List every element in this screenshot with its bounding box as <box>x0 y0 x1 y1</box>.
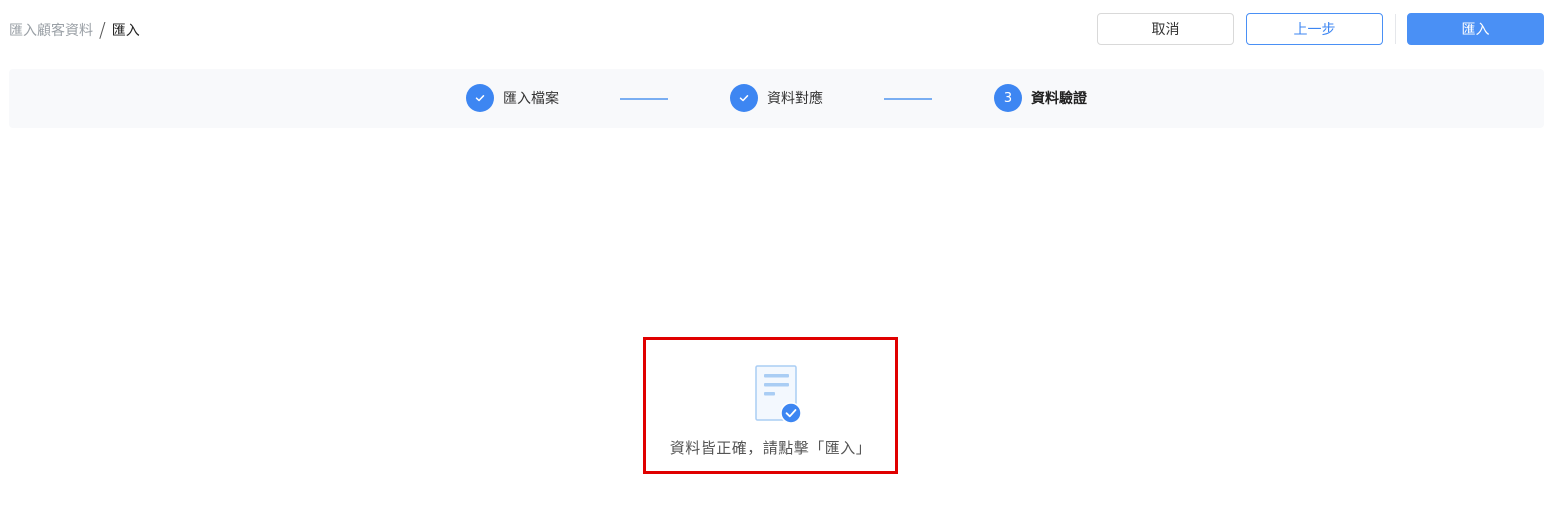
step-import-file: 匯入檔案 <box>466 84 559 112</box>
step-2-label: 資料對應 <box>767 91 823 107</box>
breadcrumb-separator: / <box>99 18 106 42</box>
breadcrumb-parent[interactable]: 匯入顧客資料 <box>9 20 93 40</box>
step-1-label: 匯入檔案 <box>503 91 559 107</box>
step-3-label: 資料驗證 <box>1031 91 1087 107</box>
step-connector-2 <box>884 98 932 100</box>
validation-result-panel: 資料皆正確，請點擊「匯入」 <box>643 337 898 474</box>
steps-bar: 匯入檔案 資料對應 3 資料驗證 <box>9 69 1544 128</box>
step-data-mapping: 資料對應 <box>730 84 823 112</box>
import-button[interactable]: 匯入 <box>1407 13 1544 45</box>
step-2-check-icon <box>730 84 758 112</box>
cancel-button[interactable]: 取消 <box>1097 13 1234 45</box>
toolbar-divider <box>1395 14 1396 44</box>
breadcrumb-current: 匯入 <box>111 23 140 39</box>
step-connector-1 <box>620 98 668 100</box>
step-3-number: 3 <box>994 84 1022 112</box>
step-1-check-icon <box>466 84 494 112</box>
document-check-icon <box>755 365 802 424</box>
step-data-validation: 3 資料驗證 <box>994 84 1087 112</box>
previous-step-button[interactable]: 上一步 <box>1246 13 1383 45</box>
breadcrumb: 匯入顧客資料 / 匯入 <box>9 20 140 40</box>
validation-message: 資料皆正確，請點擊「匯入」 <box>669 439 872 457</box>
